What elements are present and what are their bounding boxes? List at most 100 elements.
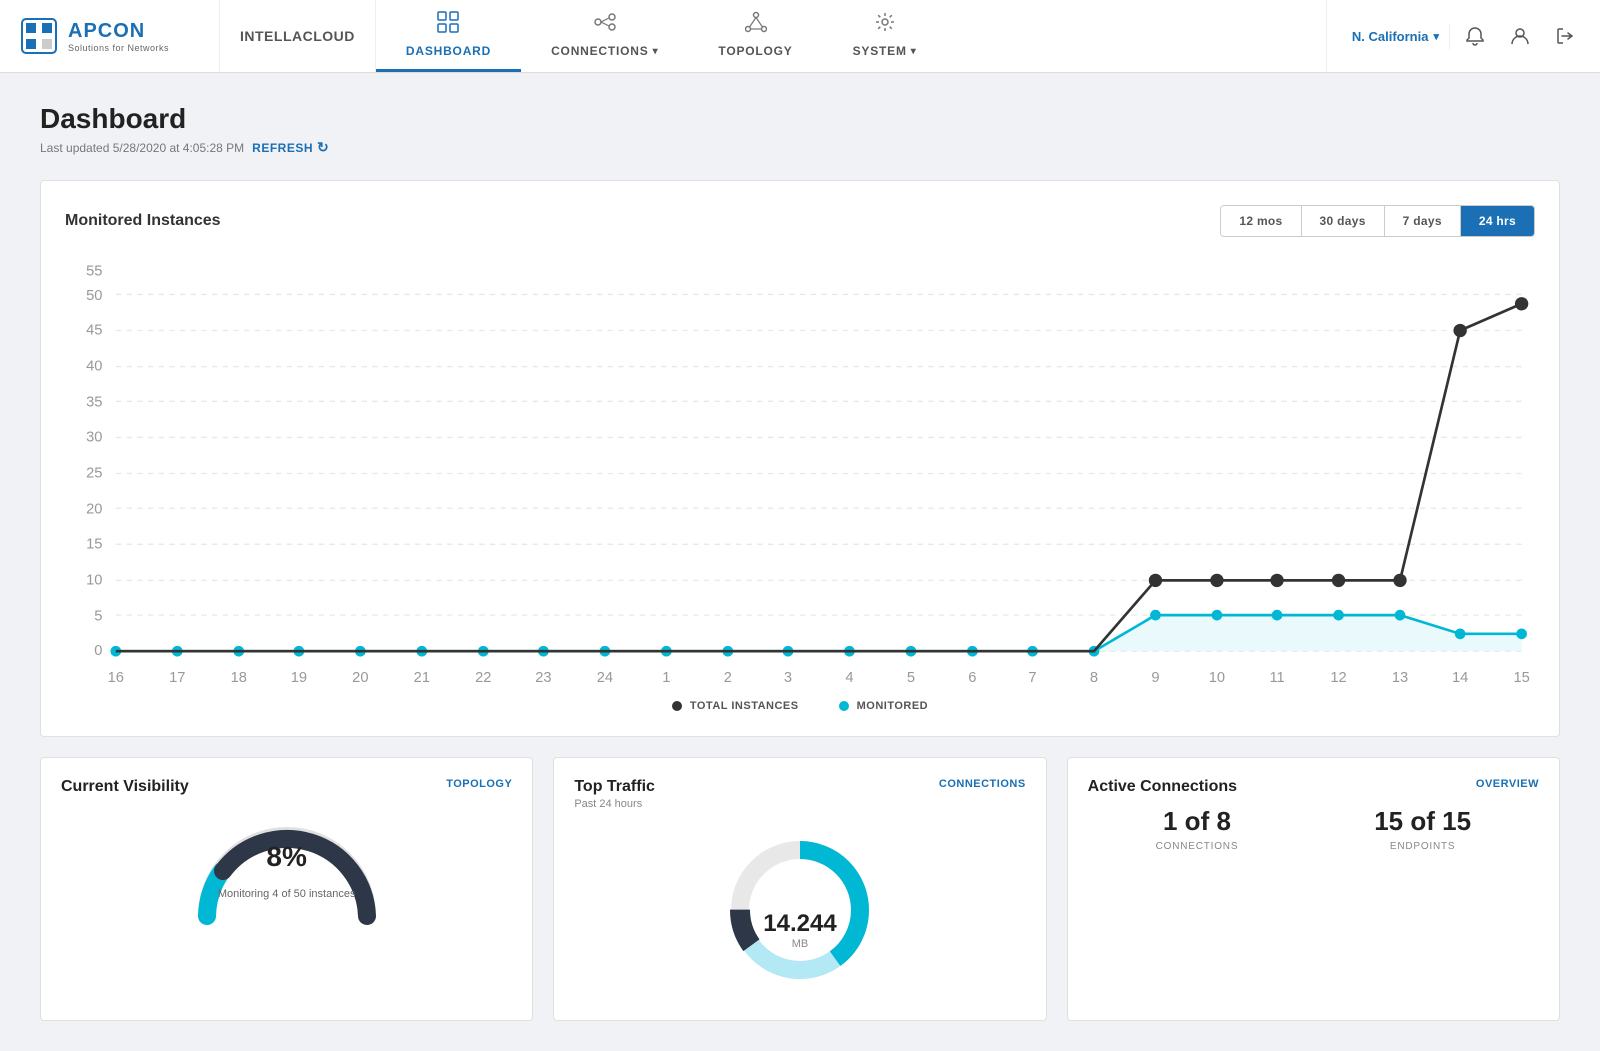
system-icon: [874, 11, 896, 39]
active-connections-card: Active Connections OVERVIEW 1 of 8 CONNE…: [1067, 757, 1560, 1021]
svg-text:25: 25: [86, 465, 102, 481]
connections-label: CONNECTIONS: [1156, 841, 1239, 852]
visibility-gauge: 8% Monitoring 4 of 50 instances: [61, 806, 512, 910]
time-range-buttons: 12 mos 30 days 7 days 24 hrs: [1220, 205, 1535, 237]
logout-button[interactable]: [1545, 16, 1585, 56]
tab-topology-label: TOPOLOGY: [718, 44, 792, 58]
app-name: INTELLACLOUD: [220, 0, 376, 72]
svg-text:6: 6: [968, 670, 976, 685]
chart-header: Monitored Instances 12 mos 30 days 7 day…: [65, 205, 1535, 237]
refresh-button[interactable]: REFRESH ↻: [252, 139, 329, 156]
svg-text:15: 15: [86, 536, 102, 552]
tab-dashboard-label: DASHBOARD: [406, 44, 491, 58]
region-label: N. California: [1352, 29, 1429, 44]
endpoints-stat: 15 of 15 ENDPOINTS: [1374, 806, 1471, 852]
svg-text:40: 40: [86, 359, 102, 375]
svg-text:10: 10: [1209, 670, 1225, 685]
top-traffic-title: Top Traffic: [574, 778, 655, 795]
page-title: Dashboard: [40, 103, 1560, 135]
tab-topology[interactable]: TOPOLOGY: [688, 0, 822, 72]
svg-text:35: 35: [86, 395, 102, 411]
current-visibility-card: Current Visibility TOPOLOGY 8% Monitorin…: [40, 757, 533, 1021]
main-content: Dashboard Last updated 5/28/2020 at 4:05…: [0, 73, 1600, 1051]
svg-text:2: 2: [724, 670, 732, 685]
svg-text:22: 22: [475, 670, 491, 685]
svg-text:50: 50: [86, 288, 102, 304]
svg-text:24: 24: [597, 670, 613, 685]
top-traffic-sub: Past 24 hours: [574, 798, 655, 810]
line-chart: 0 5 10 15 20 25 30 35 40 45 50 55: [65, 257, 1535, 685]
region-selector[interactable]: N. California ▾: [1342, 24, 1450, 49]
current-visibility-link[interactable]: TOPOLOGY: [446, 778, 512, 790]
top-traffic-donut: 14.244 MB: [574, 820, 1025, 1000]
svg-text:19: 19: [291, 670, 307, 685]
notifications-button[interactable]: [1455, 16, 1495, 56]
svg-text:3: 3: [784, 670, 792, 685]
logo-tagline: Solutions for Networks: [68, 43, 169, 53]
svg-text:7: 7: [1028, 670, 1036, 685]
svg-text:5: 5: [94, 608, 102, 624]
apcon-logo-icon: [20, 17, 58, 55]
top-traffic-card: Top Traffic Past 24 hours CONNECTIONS: [553, 757, 1046, 1021]
active-connections-title: Active Connections: [1088, 778, 1237, 796]
connections-dropdown-icon: ▾: [653, 46, 659, 57]
dashboard-icon: [437, 11, 459, 39]
current-visibility-header: Current Visibility TOPOLOGY: [61, 778, 512, 796]
endpoints-label: ENDPOINTS: [1390, 841, 1456, 852]
svg-text:20: 20: [86, 502, 102, 518]
legend-dot-monitored: [839, 701, 849, 711]
svg-text:55: 55: [86, 264, 102, 280]
svg-text:15: 15: [1513, 670, 1529, 685]
system-dropdown-icon: ▾: [911, 46, 917, 57]
svg-text:10: 10: [86, 572, 102, 588]
header-right: N. California ▾: [1326, 0, 1600, 72]
svg-text:9: 9: [1151, 670, 1159, 685]
bottom-cards: Current Visibility TOPOLOGY 8% Monitorin…: [40, 757, 1560, 1021]
refresh-icon: ↻: [317, 139, 329, 156]
svg-text:13: 13: [1392, 670, 1408, 685]
gauge-value: 8%: [266, 841, 306, 873]
svg-text:45: 45: [86, 323, 102, 339]
tab-system-label: SYSTEM ▾: [853, 44, 917, 58]
logo-area: APCON Solutions for Networks: [0, 0, 220, 72]
svg-text:8: 8: [1090, 670, 1098, 685]
header: APCON Solutions for Networks INTELLACLOU…: [0, 0, 1600, 73]
current-visibility-title: Current Visibility: [61, 778, 189, 796]
time-btn-30days[interactable]: 30 days: [1302, 206, 1385, 236]
tab-system[interactable]: SYSTEM ▾: [823, 0, 947, 72]
top-traffic-link[interactable]: CONNECTIONS: [939, 778, 1026, 790]
svg-text:4: 4: [845, 670, 853, 685]
connections-icon: [594, 11, 616, 39]
active-connections-stats: 1 of 8 CONNECTIONS 15 of 15 ENDPOINTS: [1088, 806, 1539, 852]
connections-value: 1 of 8: [1163, 806, 1231, 837]
svg-text:23: 23: [535, 670, 551, 685]
svg-text:5: 5: [907, 670, 915, 685]
svg-text:11: 11: [1269, 670, 1284, 685]
svg-text:16: 16: [108, 670, 124, 685]
svg-text:1: 1: [662, 670, 670, 685]
svg-text:18: 18: [231, 670, 247, 685]
chart-title: Monitored Instances: [65, 212, 221, 230]
svg-text:0: 0: [94, 643, 102, 659]
logo-text: APCON Solutions for Networks: [68, 20, 169, 53]
active-connections-link[interactable]: OVERVIEW: [1476, 778, 1539, 790]
active-connections-header: Active Connections OVERVIEW: [1088, 778, 1539, 796]
time-btn-24hrs[interactable]: 24 hrs: [1461, 206, 1534, 236]
top-traffic-unit: MB: [763, 938, 836, 950]
time-btn-12mos[interactable]: 12 mos: [1221, 206, 1301, 236]
top-traffic-value: 14.244: [763, 910, 836, 938]
legend-dot-total: [672, 701, 682, 711]
nav-tabs: DASHBOARD CONNECTIONS ▾: [376, 0, 1326, 72]
top-traffic-header: Top Traffic Past 24 hours CONNECTIONS: [574, 778, 1025, 810]
tab-dashboard[interactable]: DASHBOARD: [376, 0, 521, 72]
logo-apcon: APCON: [68, 20, 169, 43]
monitored-instances-card: Monitored Instances 12 mos 30 days 7 day…: [40, 180, 1560, 737]
user-profile-button[interactable]: [1500, 16, 1540, 56]
svg-text:20: 20: [352, 670, 368, 685]
svg-text:17: 17: [169, 670, 185, 685]
topology-icon: [745, 11, 767, 39]
last-updated-text: Last updated 5/28/2020 at 4:05:28 PM: [40, 141, 244, 155]
region-dropdown-icon: ▾: [1433, 30, 1439, 43]
time-btn-7days[interactable]: 7 days: [1385, 206, 1461, 236]
tab-connections[interactable]: CONNECTIONS ▾: [521, 0, 688, 72]
